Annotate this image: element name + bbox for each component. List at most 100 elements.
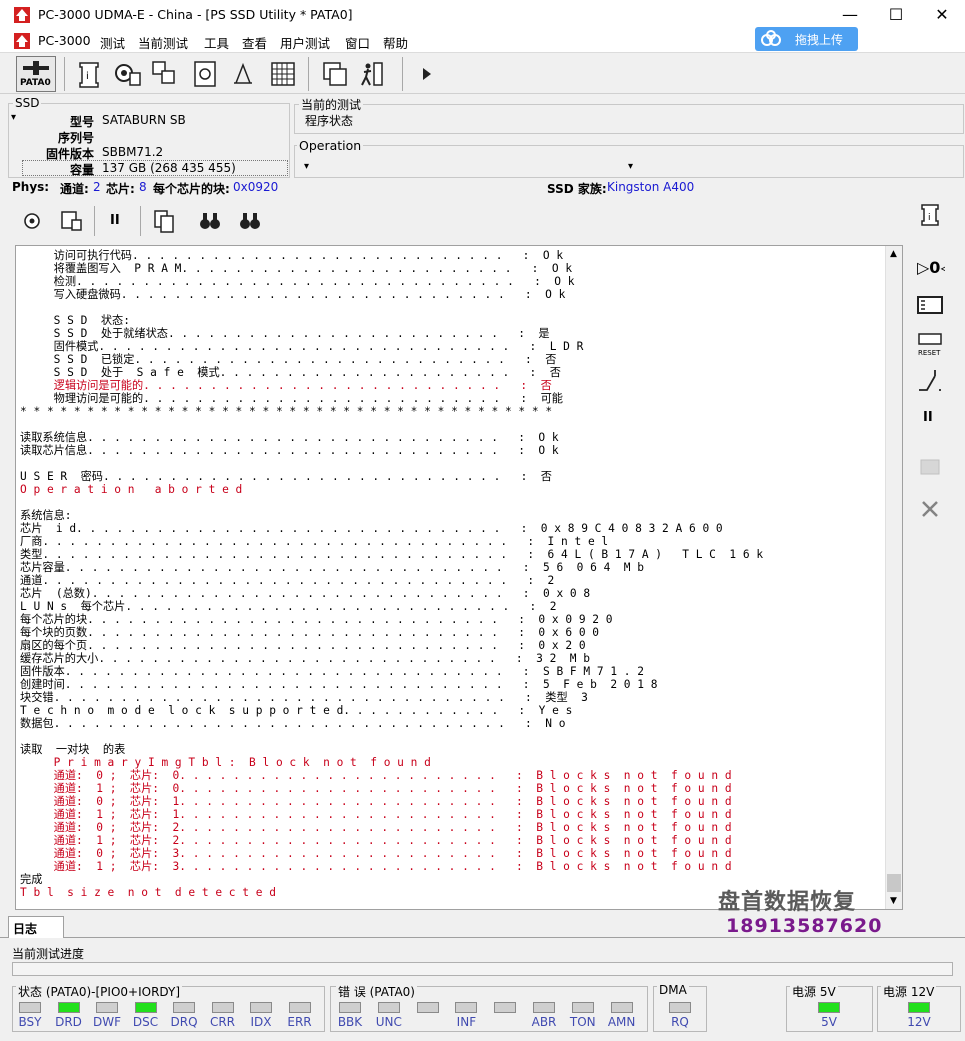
status-led-label: ERR: [287, 1015, 312, 1029]
menu-window[interactable]: 窗口: [345, 33, 370, 52]
status-led-label: UNC: [375, 1015, 402, 1029]
operation-select[interactable]: ▾ ▾: [300, 160, 640, 176]
log-panel[interactable]: 访问可执行代码. . . . . . . . . . . . . . . . .…: [15, 245, 903, 910]
chip-settings-icon[interactable]: [110, 57, 144, 91]
chip-config-icon[interactable]: [20, 208, 46, 234]
grid-table-icon[interactable]: [266, 57, 300, 91]
menu-view[interactable]: 查看: [242, 33, 267, 52]
dma-leds: RQ: [653, 1002, 707, 1032]
status-led: [134, 1002, 157, 1013]
log-scrollbar[interactable]: ▲ ▼: [885, 246, 902, 909]
ssd-dropdown-icon[interactable]: ▾: [11, 112, 16, 123]
upload-button[interactable]: 拖拽上传: [755, 27, 858, 51]
copy-log-icon[interactable]: [152, 208, 176, 234]
status-led: [416, 1002, 439, 1013]
log-line: 缓存芯片的大小. . . . . . . . . . . . . . . . .…: [20, 652, 591, 665]
drive-info-icon[interactable]: i: [915, 200, 945, 230]
log-line: 通道. . . . . . . . . . . . . . . . . . . …: [20, 574, 555, 587]
error-group-label: 错 误 (PATA0): [336, 983, 417, 1000]
log-line: 通道: 1 ; 芯片: 1. . . . . . . . . . . . . .…: [20, 808, 732, 821]
play-icon[interactable]: [410, 57, 444, 91]
log-line: T e c h n o m o d e l o c k s u p p o r …: [20, 704, 573, 717]
drive-info-icon[interactable]: i: [72, 57, 106, 91]
scroll-down-icon[interactable]: ▼: [890, 896, 897, 906]
log-line: 类型. . . . . . . . . . . . . . . . . . . …: [20, 548, 764, 561]
status-led-label: DWF: [92, 1015, 121, 1029]
status-led-label: IDX: [250, 1015, 272, 1029]
log-line: O p e r a t i o n a b o r t e d: [20, 483, 243, 496]
windows-icon[interactable]: [318, 57, 352, 91]
save-chip-icon[interactable]: [58, 208, 84, 234]
log-line: 芯片 i d. . . . . . . . . . . . . . . . . …: [20, 522, 723, 535]
menu-user-test[interactable]: 用户测试: [280, 33, 330, 52]
pause-icon[interactable]: II: [110, 213, 120, 228]
maximize-button[interactable]: ☐: [873, 0, 919, 30]
pause-icon[interactable]: II: [923, 410, 933, 425]
chip-board-icon[interactable]: [915, 290, 945, 320]
status-led: [533, 1002, 555, 1013]
app-menu-icon[interactable]: [14, 33, 30, 49]
close-button[interactable]: ✕: [919, 0, 965, 30]
progress-label: 当前测试进度: [12, 947, 85, 961]
toolbar-separator: [94, 206, 95, 236]
progress-bar: [12, 962, 953, 976]
model-value: SATABURN SB: [102, 113, 186, 127]
log-line: 每个块的页数. . . . . . . . . . . . . . . . . …: [20, 626, 600, 639]
log-line: 通道: 1 ; 芯片: 0. . . . . . . . . . . . . .…: [20, 782, 732, 795]
power-12v-label: 电源 12V: [881, 983, 937, 1000]
log-line: 检测. . . . . . . . . . . . . . . . . . . …: [20, 275, 575, 288]
log-line: 固件版本. . . . . . . . . . . . . . . . . . …: [20, 665, 644, 678]
log-line: 读取 一对块 的表: [20, 743, 126, 756]
tools-icon[interactable]: [915, 494, 945, 524]
status-led-label: BBK: [337, 1015, 363, 1029]
tester-icon[interactable]: [226, 57, 260, 91]
menu-tools[interactable]: 工具: [204, 33, 229, 52]
tab-log[interactable]: 日志: [8, 916, 64, 938]
status-led: [57, 1002, 80, 1013]
channel-value: 2: [93, 180, 101, 194]
error-leds: BBK UNC INF ABR TON AMN: [330, 1002, 648, 1032]
menu-test[interactable]: 测试: [100, 33, 125, 52]
tab-strip-line: [0, 937, 965, 938]
svg-text:i: i: [86, 71, 89, 82]
reset-icon[interactable]: RESET: [915, 328, 945, 358]
status-led: [339, 1002, 361, 1013]
svg-text:i: i: [928, 213, 931, 223]
power-switch-icon[interactable]: ▷0◁: [915, 252, 945, 282]
log-line: 每个芯片的块. . . . . . . . . . . . . . . . . …: [20, 613, 613, 626]
pata0-port-button[interactable]: PATA0: [16, 56, 56, 92]
ide-connector-icon: [23, 61, 49, 75]
toolbar-separator: [64, 57, 65, 91]
current-test-value: 程序状态: [305, 114, 354, 128]
circuit-switch-icon[interactable]: [915, 366, 945, 396]
find-next-icon[interactable]: [238, 210, 262, 232]
status-led: [211, 1002, 234, 1013]
status-led-label: CRR: [209, 1015, 236, 1029]
ssd-family-value: Kingston A400: [607, 180, 695, 194]
status-group-label: 状态 (PATA0)-[PIO0+IORDY]: [16, 983, 183, 1000]
exit-icon[interactable]: [356, 57, 390, 91]
reset-chip-icon[interactable]: [188, 57, 222, 91]
binoculars-icon[interactable]: [198, 210, 222, 232]
upload-button-label: 拖拽上传: [795, 33, 844, 47]
copy-chips-icon[interactable]: [148, 57, 182, 91]
app-logo-icon: [14, 7, 30, 23]
window-title: PC-3000 UDMA-E - China - [PS SSD Utility…: [38, 7, 353, 22]
scroll-thumb[interactable]: [887, 874, 901, 892]
log-line: 数据包. . . . . . . . . . . . . . . . . . .…: [20, 717, 566, 730]
log-text: 访问可执行代码. . . . . . . . . . . . . . . . .…: [20, 249, 882, 909]
capacity-label: 容量: [69, 163, 94, 177]
log-line: L U N s 每个芯片. . . . . . . . . . . . . . …: [20, 600, 557, 613]
menu-current-test[interactable]: 当前测试: [138, 33, 188, 52]
log-line: 读取芯片信息. . . . . . . . . . . . . . . . . …: [20, 444, 559, 457]
menu-help[interactable]: 帮助: [383, 33, 408, 52]
minimize-button[interactable]: —: [827, 0, 873, 30]
scroll-up-icon[interactable]: ▲: [890, 249, 897, 259]
blocks-per-chip-label: 每个芯片的块:: [153, 182, 230, 196]
current-test-group: 当前的测试: [294, 96, 964, 134]
menu-pc3000[interactable]: PC-3000: [38, 33, 91, 48]
